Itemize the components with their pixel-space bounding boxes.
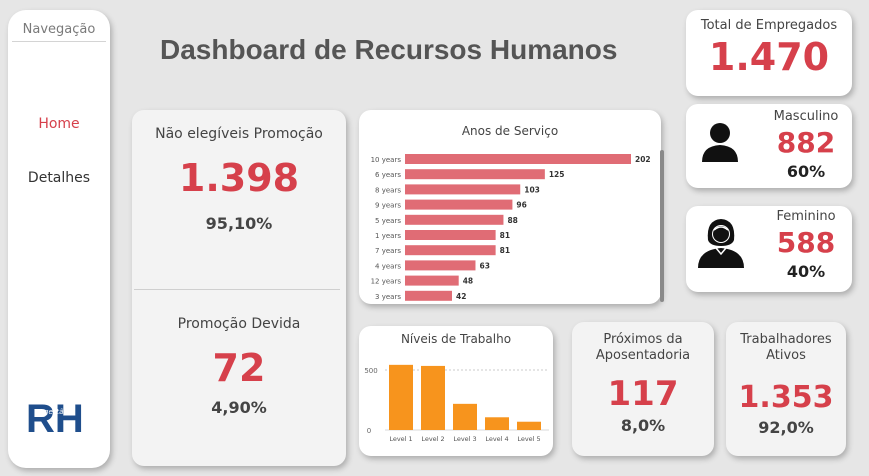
job-levels-bar [485,417,509,430]
nav-item-detalhes[interactable]: Detalhes [8,170,110,186]
service-years-value-label: 42 [456,292,466,301]
retirement-percent: 8,0% [620,416,666,435]
service-years-bar [405,230,496,240]
nav-item-home[interactable]: Home [8,116,110,132]
service-years-bar [405,169,545,180]
service-years-category-label: 12 years [371,278,402,286]
service-years-bar [405,290,452,301]
job-levels-category-label: Level 3 [453,435,476,443]
job-levels-chart: 0 500 Level 1 Level 2 Level 3 Level 4 Level 5 [364,364,549,443]
service-years-category-label: 9 years [375,202,401,210]
service-years-category-label: 4 years [375,262,401,270]
service-years-category-label: 5 years [375,217,401,225]
promotion-divider [134,289,340,290]
job-levels-y-tick: 0 [367,427,371,435]
service-years-bar [405,154,631,164]
page-title: Dashboard de Recursos Humanos [160,34,618,65]
female-value: 588 [776,226,836,259]
nav-title: Navegação [12,10,106,42]
service-years-bar [405,184,521,195]
service-years-value-label: 103 [524,185,540,194]
service-years-value-label: 202 [635,155,651,164]
promotion-due-percent: 4,90% [211,398,267,417]
service-years-bar [405,214,504,225]
job-levels-bar [421,365,445,430]
job-levels-category-label: Level 4 [485,435,508,443]
job-levels-bar [517,421,541,430]
promotion-due-label: Promoção Devida [177,316,301,332]
not-eligible-value: 1.398 [178,156,300,200]
job-levels-y-tick: 500 [364,367,377,375]
retirement-label-line2: Aposentadoria [595,348,691,363]
service-years-category-label: 1 years [375,232,401,240]
promotion-card: Não elegíveis Promoção 1.398 95,10% Prom… [132,110,346,466]
service-years-value-label: 96 [516,201,526,210]
promotion-due-value: 72 [212,346,266,390]
job-levels-bar [453,403,477,430]
active-workers-label-line1: Trabalhadores [740,332,832,347]
service-years-title: Anos de Serviço [461,124,559,138]
service-years-category-label: 10 years [371,156,402,164]
service-years-bar [405,275,459,286]
service-years-category-label: 8 years [375,186,401,194]
male-label: Masculino [773,109,839,124]
female-person-icon [698,219,744,268]
retirement-value: 117 [607,374,679,414]
service-years-category-label: 6 years [375,171,401,179]
active-workers-value: 1.353 [738,380,834,415]
service-years-value-label: 81 [500,246,510,255]
male-value: 882 [776,126,836,159]
total-employees-card: Total de Empregados 1.470 [686,10,852,96]
service-years-chart: 10 years 202 6 years 125 8 years 103 9 years 96… [371,154,651,301]
service-years-value-label: 125 [549,170,565,179]
job-levels-chart-card: Níveis de Trabalho 0 500 Level 1 Level 2 Lev… [359,326,553,456]
service-years-bar [405,260,476,271]
service-years-value-label: 88 [507,216,517,225]
female-card: Feminino 588 40% [686,206,852,292]
retirement-label-line1: Próximos da [603,332,683,347]
service-years-category-label: 3 years [375,293,401,301]
chart-scrollbar[interactable] [660,150,664,302]
not-eligible-percent: 95,10% [205,214,273,233]
female-percent: 40% [786,262,826,281]
logo-text: RH [26,397,84,440]
total-employees-label: Total de Empregados [700,18,838,33]
active-workers-card: Trabalhadores Ativos 1.353 92,0% [726,322,846,456]
service-years-bar [405,245,496,256]
service-years-category-label: 7 years [375,247,401,255]
active-workers-percent: 92,0% [758,418,814,437]
service-years-value-label: 48 [463,277,473,286]
service-years-value-label: 81 [500,231,510,240]
rh-logo: RH gestão [24,390,94,441]
male-card: Masculino 882 60% [686,104,852,188]
logo-subtext: gestão [44,408,68,416]
female-label: Feminino [776,209,836,224]
male-percent: 60% [786,162,826,181]
retirement-card: Próximos da Aposentadoria 117 8,0% [572,322,714,456]
navigation-panel: Navegação Home Detalhes RH gestão [8,10,110,468]
not-eligible-label: Não elegíveis Promoção [155,126,323,142]
male-person-icon [702,123,738,162]
total-employees-value: 1.470 [708,35,830,79]
job-levels-bar [389,364,413,430]
job-levels-category-label: Level 1 [389,435,412,443]
service-years-bar [405,199,513,210]
job-levels-category-label: Level 5 [517,435,540,443]
service-years-chart-card: Anos de Serviço 10 years 202 6 years 125 8 y… [359,110,664,304]
job-levels-title: Níveis de Trabalho [400,332,512,346]
service-years-value-label: 63 [479,261,489,270]
active-workers-label-line2: Ativos [766,348,806,363]
job-levels-category-label: Level 2 [421,435,444,443]
